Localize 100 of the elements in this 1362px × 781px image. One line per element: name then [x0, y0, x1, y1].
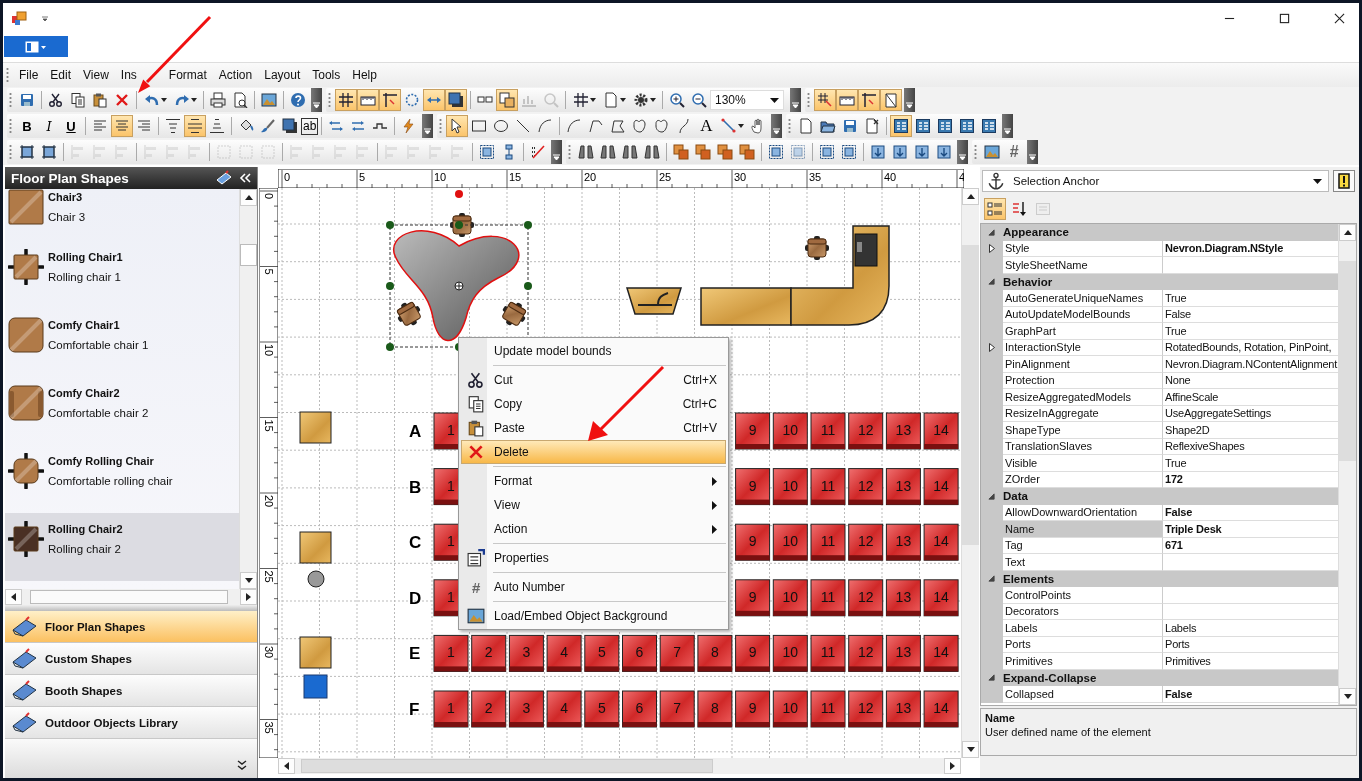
- seat[interactable]: 9: [735, 468, 771, 506]
- property-name[interactable]: AutoUpdateModelBounds: [1003, 306, 1163, 323]
- seat[interactable]: 9: [735, 579, 771, 617]
- property-name[interactable]: Labels: [1003, 620, 1163, 637]
- seat[interactable]: 10: [772, 634, 808, 672]
- seat[interactable]: 10: [772, 579, 808, 617]
- shape-list-item[interactable]: Comfy Rolling Chair Comfortable rolling chair: [5, 445, 239, 513]
- seat[interactable]: 8: [697, 634, 733, 672]
- seat[interactable]: 13: [885, 634, 921, 672]
- shape-list-item[interactable]: Chair3 Chair 3: [5, 189, 239, 241]
- seat[interactable]: 11: [810, 690, 846, 728]
- property-value[interactable]: Labels: [1163, 620, 1338, 637]
- library-tab[interactable]: Custom Shapes: [5, 643, 257, 675]
- menu-item[interactable]: Edit: [44, 68, 78, 82]
- property-name[interactable]: ShapeType: [1003, 422, 1163, 439]
- seat[interactable]: 8: [697, 690, 733, 728]
- seat[interactable]: 12: [848, 468, 884, 506]
- seat[interactable]: 7: [659, 690, 695, 728]
- property-name[interactable]: ResizeInAggregate: [1003, 405, 1163, 422]
- seat[interactable]: 14: [923, 579, 959, 617]
- seat[interactable]: 12: [848, 412, 884, 450]
- seat[interactable]: 6: [622, 634, 657, 672]
- menu-item[interactable]: Help: [346, 68, 383, 82]
- property-name[interactable]: Primitives: [1003, 653, 1163, 670]
- seat[interactable]: 11: [810, 634, 846, 672]
- seat[interactable]: 6: [622, 690, 657, 728]
- property-category[interactable]: Appearance: [981, 224, 1338, 241]
- seat[interactable]: 4: [546, 690, 582, 728]
- shape-list-item[interactable]: Rolling Chair2 Rolling chair 2: [5, 513, 239, 581]
- seat[interactable]: 13: [885, 690, 921, 728]
- property-name[interactable]: InteractionStyle: [1003, 339, 1163, 356]
- property-name[interactable]: StyleSheetName: [1003, 257, 1163, 274]
- context-menu-item[interactable]: Update model bounds: [461, 339, 726, 363]
- property-name[interactable]: Decorators: [1003, 603, 1163, 620]
- seat[interactable]: 14: [923, 690, 959, 728]
- property-name[interactable]: Text: [1003, 554, 1163, 571]
- property-name[interactable]: Protection: [1003, 372, 1163, 389]
- property-value[interactable]: 671: [1163, 537, 1338, 554]
- seat[interactable]: 9: [735, 634, 771, 672]
- seat[interactable]: 2: [471, 690, 507, 728]
- property-name[interactable]: Ports: [1003, 636, 1163, 653]
- seat[interactable]: 11: [810, 412, 846, 450]
- menu-item[interactable]: Layout: [258, 68, 307, 82]
- property-value[interactable]: None: [1163, 372, 1338, 389]
- property-name[interactable]: ControlPoints: [1003, 587, 1163, 604]
- object-selector[interactable]: Selection Anchor: [982, 170, 1329, 192]
- property-value[interactable]: Primitives: [1163, 653, 1338, 670]
- seat[interactable]: 14: [923, 523, 959, 561]
- library-tab[interactable]: Booth Shapes: [5, 675, 257, 707]
- property-value[interactable]: Nevron.Diagram.NStyle: [1163, 240, 1338, 257]
- format-button[interactable]: #: [1003, 141, 1025, 163]
- seat[interactable]: 13: [885, 579, 921, 617]
- format-button[interactable]: B: [16, 115, 38, 137]
- seat[interactable]: 9: [735, 523, 771, 561]
- shape-list-item[interactable]: Comfy Chair2 Comfortable chair 2: [5, 377, 239, 445]
- property-value[interactable]: True: [1163, 290, 1338, 307]
- shape-list-item[interactable]: Comfy Chair1 Comfortable chair 1: [5, 309, 239, 377]
- seat[interactable]: 4: [546, 634, 582, 672]
- seat[interactable]: 11: [810, 468, 846, 506]
- seat[interactable]: 13: [885, 412, 921, 450]
- menu-item[interactable]: Format: [162, 68, 213, 82]
- seat[interactable]: 9: [735, 412, 771, 450]
- library-tab[interactable]: Outdoor Objects Library: [5, 707, 257, 739]
- property-name[interactable]: Collapsed: [1003, 686, 1163, 703]
- seat[interactable]: 3: [508, 690, 544, 728]
- seat[interactable]: 1: [433, 634, 469, 672]
- context-menu-item[interactable]: Delete: [461, 440, 726, 464]
- property-value[interactable]: Triple Desk: [1163, 521, 1338, 538]
- property-name[interactable]: TranslationSlaves: [1003, 438, 1163, 455]
- menu-item[interactable]: Ins: [114, 68, 163, 82]
- seat[interactable]: 10: [772, 468, 808, 506]
- seat[interactable]: 14: [923, 468, 959, 506]
- property-name[interactable]: ResizeAggregatedModels: [1003, 389, 1163, 406]
- seat[interactable]: 14: [923, 634, 959, 672]
- seat[interactable]: 12: [848, 579, 884, 617]
- seat[interactable]: 5: [584, 634, 620, 672]
- property-category[interactable]: Data: [981, 488, 1338, 505]
- seat[interactable]: 12: [848, 690, 884, 728]
- format-button[interactable]: U: [60, 115, 82, 137]
- property-value[interactable]: Nevron.Diagram.NContentAlignment: [1163, 356, 1338, 373]
- seat[interactable]: 11: [810, 579, 846, 617]
- property-value[interactable]: Shape2D: [1163, 422, 1338, 439]
- shape-list-item[interactable]: Rolling Chair1 Rolling chair 1: [5, 241, 239, 309]
- property-value[interactable]: False: [1163, 686, 1338, 703]
- property-value[interactable]: True: [1163, 323, 1338, 340]
- property-value[interactable]: False: [1163, 306, 1338, 323]
- property-value[interactable]: False: [1163, 504, 1338, 521]
- property-name[interactable]: Name: [1003, 521, 1163, 538]
- seat[interactable]: 2: [471, 634, 507, 672]
- property-value[interactable]: UseAggregateSettings: [1163, 405, 1338, 422]
- menu-item[interactable]: Tools: [306, 68, 347, 82]
- menu-item[interactable]: File: [13, 68, 45, 82]
- format-button[interactable]: ab: [301, 117, 319, 135]
- seat[interactable]: 13: [885, 468, 921, 506]
- property-name[interactable]: GraphPart: [1003, 323, 1163, 340]
- property-name[interactable]: Visible: [1003, 455, 1163, 472]
- seat[interactable]: 9: [735, 690, 771, 728]
- property-value[interactable]: RotatedBounds, Rotation, PinPoint,: [1163, 339, 1338, 356]
- seat[interactable]: 7: [659, 634, 695, 672]
- seat[interactable]: 10: [772, 690, 808, 728]
